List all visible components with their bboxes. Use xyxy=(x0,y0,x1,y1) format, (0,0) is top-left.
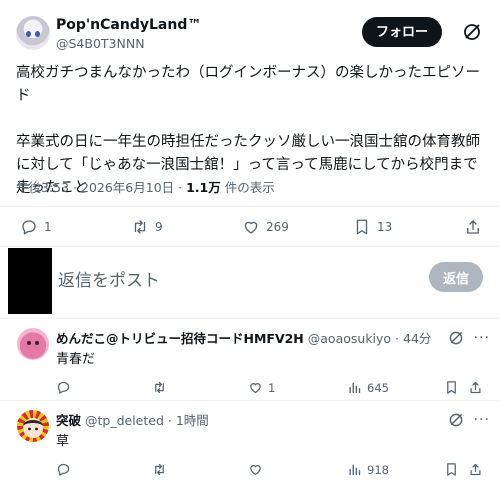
reply-action[interactable]: 1 xyxy=(20,218,52,236)
analytics-icon xyxy=(349,382,361,394)
bookmark-icon xyxy=(447,463,456,476)
like-count: 269 xyxy=(266,220,289,234)
comment-header: 突破 @tp_deleted · 1時間 xyxy=(56,410,209,429)
share-icon xyxy=(467,220,479,234)
comment-text: 草 xyxy=(56,434,70,449)
bookmark-action[interactable] xyxy=(444,462,459,477)
bookmark-icon xyxy=(356,219,368,235)
reply-item[interactable]: 突破 @tp_deleted · 1時間 ··· 草 918 xyxy=(0,400,500,487)
repost-icon xyxy=(134,220,146,234)
commenter-avatar[interactable] xyxy=(17,410,49,442)
avatar-eye xyxy=(35,31,40,37)
grok-icon[interactable] xyxy=(448,330,464,346)
commenter-avatar[interactable] xyxy=(17,328,49,360)
reply-submit-button[interactable]: 返信 xyxy=(429,262,483,292)
author-handle[interactable]: @S4B0T3NNN xyxy=(56,36,145,51)
heart-icon xyxy=(244,221,258,234)
share-action[interactable] xyxy=(468,380,483,395)
grok-icon[interactable] xyxy=(448,412,464,428)
reply-icon xyxy=(57,381,70,394)
views-count: 918 xyxy=(367,462,389,477)
commenter-handle[interactable]: @tp_deleted xyxy=(85,413,164,428)
post-timestamp[interactable]: 午後3:53 · 2026年6月10日 · xyxy=(16,180,186,195)
analytics-icon xyxy=(349,464,361,476)
reply-icon xyxy=(57,463,70,476)
share-action[interactable] xyxy=(468,462,483,477)
repost-action[interactable] xyxy=(152,462,167,477)
divider xyxy=(0,246,500,247)
comment-text: 青春だ xyxy=(56,352,96,367)
grok-icon[interactable] xyxy=(462,22,482,42)
reply-action[interactable] xyxy=(56,462,71,477)
reply-icon xyxy=(22,220,36,235)
comment-action-bar: 918 xyxy=(56,462,484,478)
author-display-name[interactable]: Pop'nCandyLand™ xyxy=(56,17,201,33)
repost-action[interactable] xyxy=(152,380,167,395)
reply-count: 1 xyxy=(44,220,52,234)
commenter-name[interactable]: めんだこ@トリビュー招待コードHMFV2H xyxy=(56,331,304,346)
reply-action[interactable] xyxy=(56,380,71,395)
divider xyxy=(0,206,500,207)
like-action[interactable] xyxy=(248,462,268,477)
like-count: 1 xyxy=(268,380,276,395)
commenter-name[interactable]: 突破 xyxy=(56,413,81,428)
follow-button[interactable]: フォロー xyxy=(361,17,442,47)
bookmark-action[interactable] xyxy=(444,380,459,395)
octopus-avatar-icon xyxy=(27,341,39,345)
share-icon xyxy=(470,463,481,476)
more-icon[interactable]: ··· xyxy=(474,330,490,346)
anime-avatar-icon xyxy=(23,418,43,438)
comment-header: めんだこ@トリビュー招待コードHMFV2H @aoaosukiyo · 44分 xyxy=(56,328,431,347)
like-action[interactable]: 1 xyxy=(248,380,275,395)
reply-input[interactable]: 返信をポスト xyxy=(58,266,160,291)
bookmark-count: 13 xyxy=(377,220,393,234)
post-action-bar: 1 9 269 13 xyxy=(16,218,484,238)
like-action[interactable]: 269 xyxy=(242,218,289,236)
views-count: 645 xyxy=(367,380,389,395)
heart-icon xyxy=(250,465,261,476)
comment-action-bar: 1 645 xyxy=(56,380,484,396)
share-action[interactable] xyxy=(464,218,482,236)
current-user-avatar xyxy=(8,248,52,314)
bookmark-icon xyxy=(447,381,456,394)
post-header: Pop'nCandyLand™ @S4B0T3NNN フォロー xyxy=(16,14,486,54)
post-meta: 午後3:53 · 2026年6月10日 · 1.1万 件の表示 xyxy=(16,177,275,196)
repost-count: 9 xyxy=(155,220,163,234)
more-icon[interactable]: ··· xyxy=(474,412,490,428)
comment-time[interactable]: · 1時間 xyxy=(164,413,209,428)
repost-icon xyxy=(155,463,164,476)
repost-icon xyxy=(155,381,164,394)
bookmark-action[interactable]: 13 xyxy=(353,218,392,236)
author-avatar[interactable] xyxy=(16,16,50,50)
share-icon xyxy=(470,381,481,394)
views-action[interactable]: 918 xyxy=(347,462,389,477)
reply-item[interactable]: めんだこ@トリビュー招待コードHMFV2H @aoaosukiyo · 44分 … xyxy=(0,318,500,400)
views-action[interactable]: 645 xyxy=(347,380,389,395)
views-label: 件の表示 xyxy=(220,180,275,195)
reply-composer: 返信をポスト 返信 xyxy=(0,248,500,316)
commenter-handle[interactable]: @aoaosukiyo xyxy=(308,331,391,346)
avatar-eye xyxy=(26,31,31,37)
views-count: 1.1万 xyxy=(186,180,221,195)
comment-time[interactable]: · 44分 xyxy=(391,331,431,346)
heart-icon xyxy=(250,383,261,394)
repost-action[interactable]: 9 xyxy=(131,218,163,236)
